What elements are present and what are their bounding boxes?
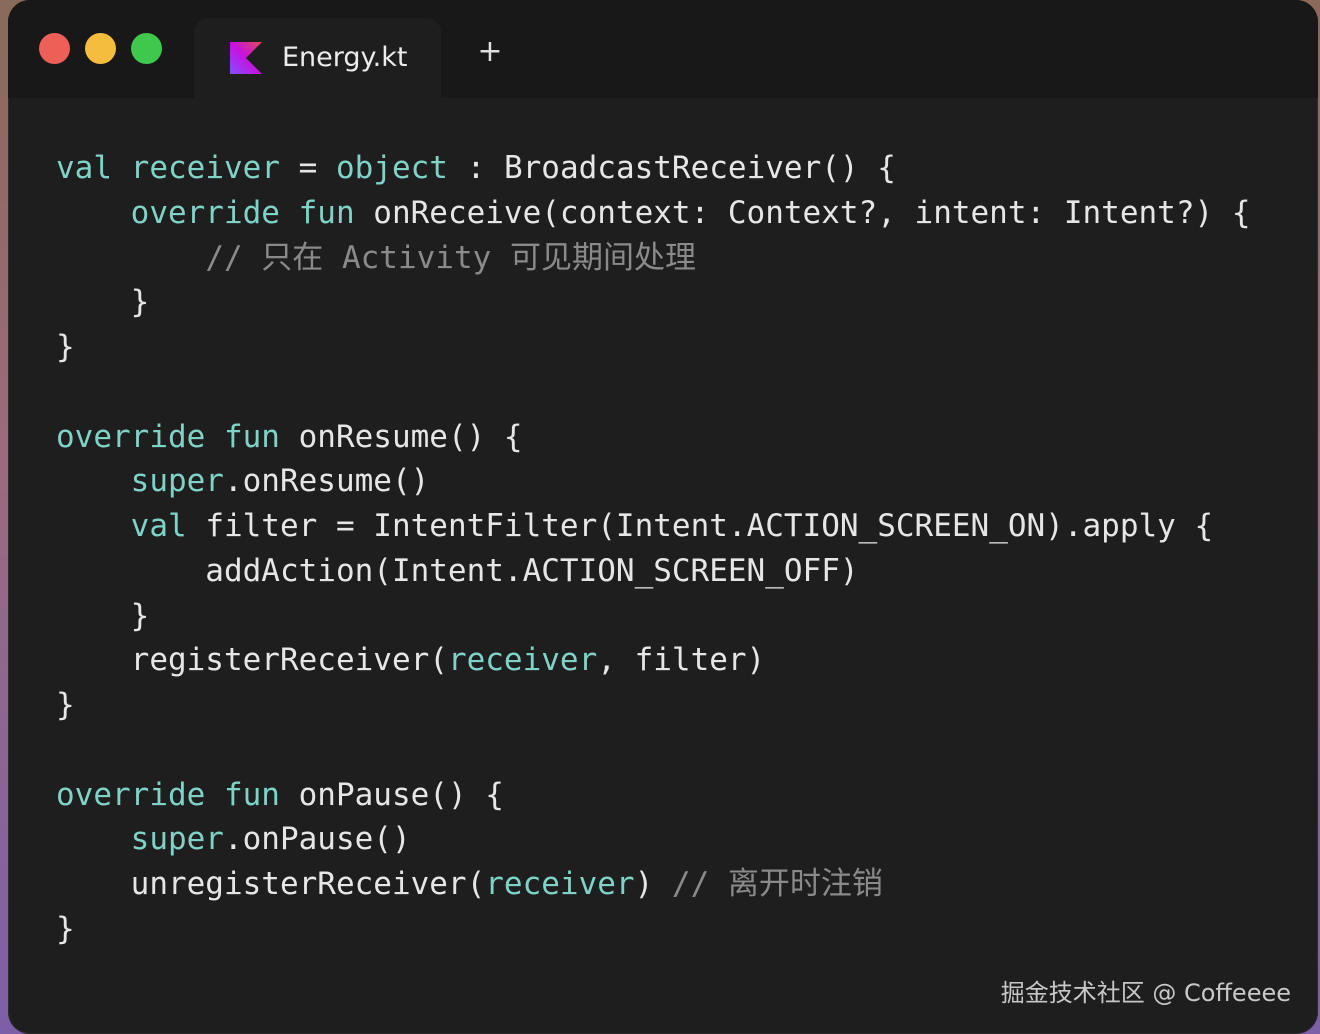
code-text: : BroadcastReceiver() { bbox=[447, 150, 896, 186]
code-keyword: val bbox=[56, 150, 112, 186]
code-comment: // 离开时注销 bbox=[671, 866, 883, 902]
code-text: } bbox=[56, 687, 75, 723]
code-text: .onPause() bbox=[223, 821, 411, 858]
code-line: override fun onResume() { bbox=[56, 415, 523, 459]
code-line: } bbox=[56, 683, 75, 727]
code-keyword: receiver bbox=[485, 866, 635, 902]
code-text: onResume() { bbox=[279, 418, 523, 455]
code-text: } bbox=[56, 910, 75, 947]
code-line: } bbox=[56, 280, 150, 324]
code-text: .onResume() bbox=[223, 463, 430, 500]
code-keyword: object bbox=[335, 150, 448, 186]
code-keyword: super bbox=[130, 463, 224, 500]
code-line: } bbox=[56, 907, 75, 951]
code-text: , filter) bbox=[597, 642, 766, 679]
code-keyword: super bbox=[130, 821, 224, 858]
code-text: } bbox=[56, 329, 75, 365]
code-text: onPause() { bbox=[279, 776, 504, 813]
title-bar: Energy.kt + bbox=[8, 0, 1318, 98]
code-line: super.onPause() bbox=[56, 817, 411, 861]
code-line: unregisterReceiver(receiver) // 离开时注销 bbox=[56, 862, 883, 906]
code-keyword: receiver bbox=[130, 150, 280, 186]
code-comment: // 只在 Activity 可见期间处理 bbox=[205, 239, 696, 276]
code-line: } bbox=[56, 594, 150, 638]
editor-window: Energy.kt + val receiver = object : Broa… bbox=[8, 0, 1318, 1034]
code-keyword: override fun bbox=[56, 418, 280, 455]
maximize-window-button[interactable] bbox=[131, 33, 162, 64]
tab-energy-kt[interactable]: Energy.kt bbox=[194, 18, 441, 98]
code-text: = bbox=[279, 150, 336, 186]
kotlin-icon bbox=[230, 42, 262, 74]
code-line: registerReceiver(receiver, filter) bbox=[56, 638, 766, 682]
code-text: filter = IntentFilter(Intent.ACTION_SCRE… bbox=[186, 508, 1214, 544]
new-tab-button[interactable]: + bbox=[476, 37, 504, 67]
code-keyword: receiver bbox=[447, 642, 598, 679]
code-text: unregisterReceiver( bbox=[56, 866, 486, 902]
code-text: addAction(Intent.ACTION_SCREEN_OFF) bbox=[56, 552, 859, 589]
code-text: registerReceiver( bbox=[56, 642, 448, 679]
tab-label: Energy.kt bbox=[282, 42, 408, 73]
code-text: onReceive(context: Context?, intent: Int… bbox=[354, 194, 1251, 231]
close-window-button[interactable] bbox=[39, 33, 70, 64]
code-line: addAction(Intent.ACTION_SCREEN_OFF) bbox=[56, 549, 859, 593]
code-line: // 只在 Activity 可见期间处理 bbox=[56, 236, 696, 280]
code-line: super.onResume() bbox=[56, 459, 430, 503]
watermark: 掘金技术社区 @ Coffeeee bbox=[1000, 979, 1291, 1007]
code-text: } bbox=[56, 284, 150, 321]
code-keyword: override fun bbox=[130, 194, 355, 231]
code-line: val filter = IntentFilter(Intent.ACTION_… bbox=[56, 504, 1214, 548]
code-line: override fun onPause() { bbox=[56, 773, 504, 817]
code-line: } bbox=[56, 325, 75, 369]
code-line: override fun onReceive(context: Context?… bbox=[56, 191, 1251, 235]
code-text: } bbox=[56, 597, 150, 634]
code-keyword: val bbox=[130, 508, 187, 544]
code-text: ) bbox=[634, 866, 672, 902]
minimize-window-button[interactable] bbox=[85, 33, 116, 64]
code-line: val receiver = object : BroadcastReceive… bbox=[56, 146, 896, 190]
code-keyword: override fun bbox=[56, 776, 280, 813]
